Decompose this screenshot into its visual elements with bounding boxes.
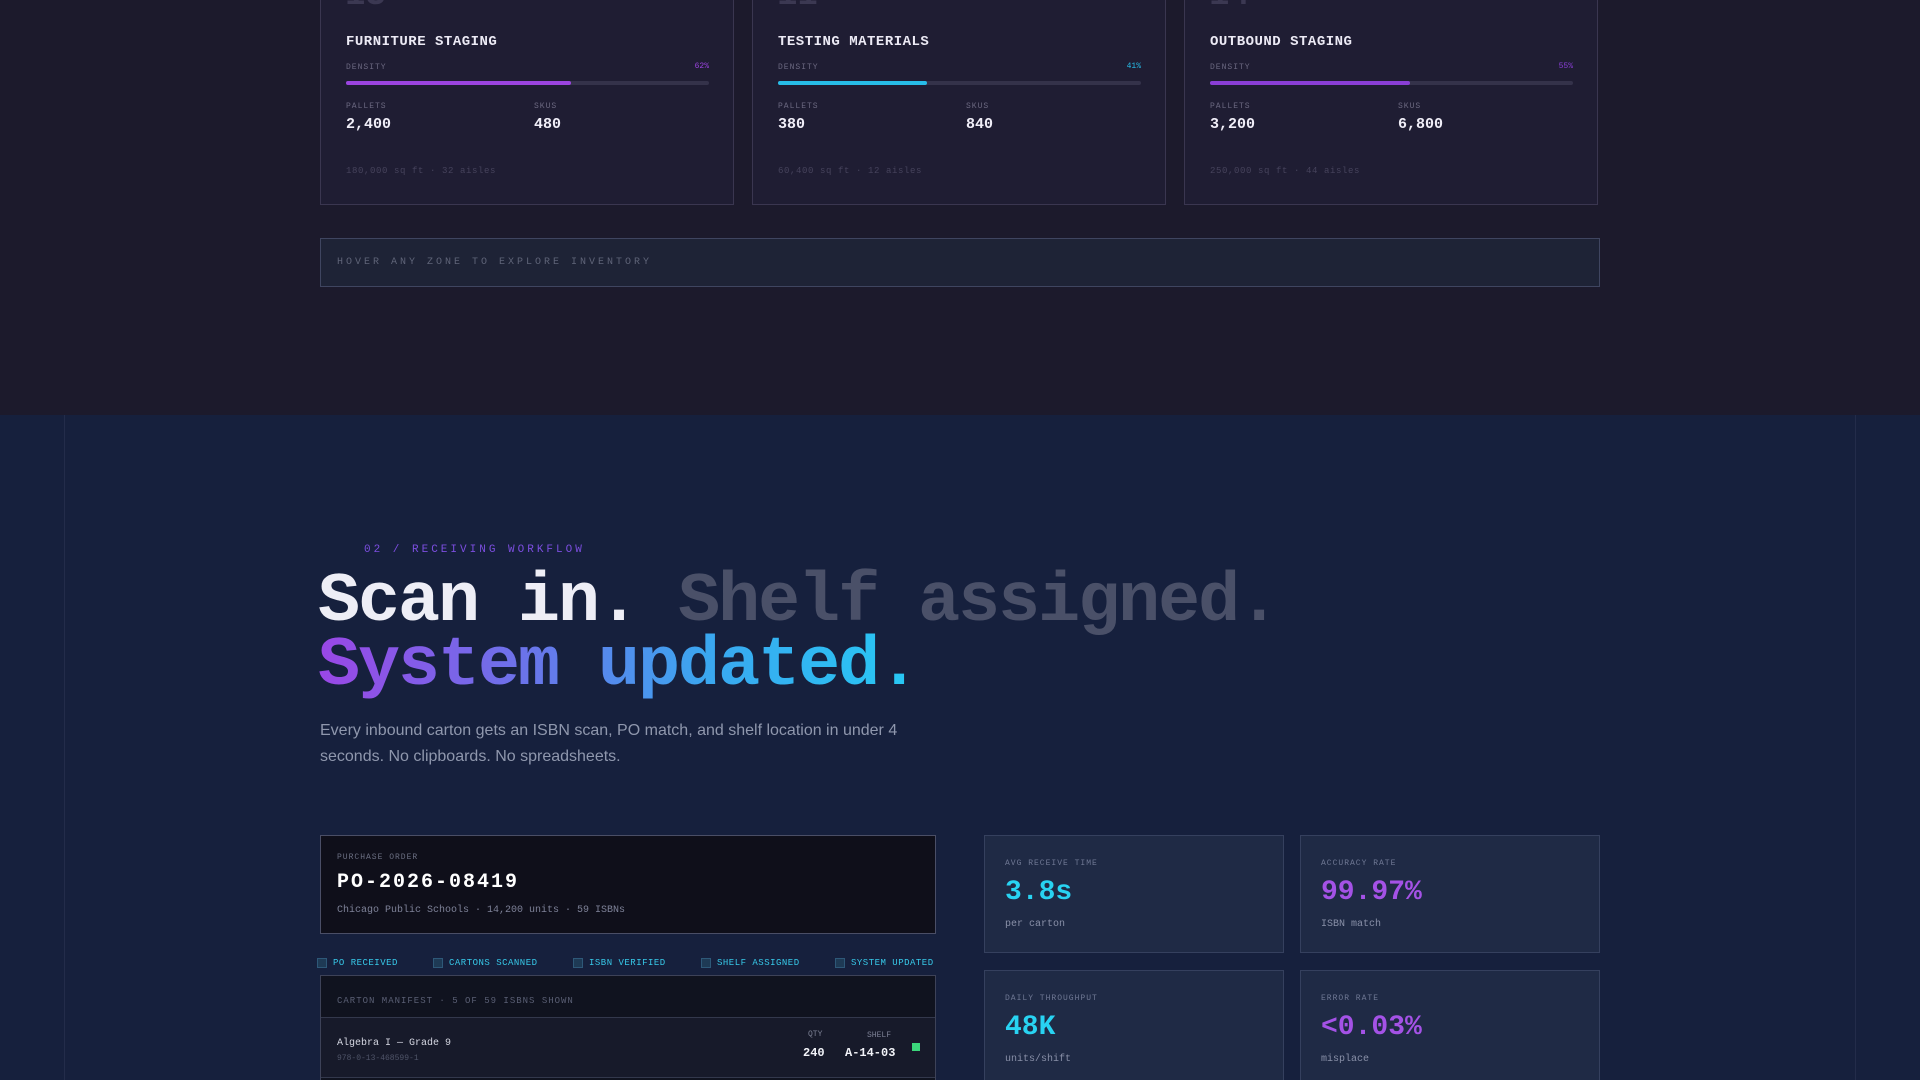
section-description: Every inbound carton gets an ISBN scan, … — [320, 722, 898, 765]
stat-unit: ISBN match — [1321, 919, 1382, 930]
receiving-workflow-section: 02 / RECEIVING WORKFLOW Scan in. Shelf a… — [0, 415, 1920, 1080]
skus-value: 6,800 — [1398, 116, 1444, 133]
skus-label: SKUS — [966, 102, 990, 111]
shelf-value: A-14-03 — [845, 1046, 896, 1060]
step-label: PO RECEIVED — [333, 958, 398, 968]
table-row[interactable]: Algebra I — Grade 9 978-0-13-468599-1 QT… — [321, 1018, 935, 1078]
skus-value: 840 — [966, 116, 994, 133]
density-label: DENSITY — [1210, 63, 1251, 72]
density-label: DENSITY — [346, 63, 387, 72]
step-po-received[interactable]: PO RECEIVED — [317, 958, 398, 968]
zone-footer: 60,400 sq ft · 12 aisles — [778, 166, 923, 176]
workflow-steps: PO RECEIVED CARTONS SCANNED ISBN VERIFIE… — [317, 958, 941, 972]
stat-unit: misplace — [1321, 1054, 1370, 1065]
stat-card: ACCURACY RATE 99.97% ISBN match — [1300, 835, 1600, 953]
section-eyebrow: 02 / RECEIVING WORKFLOW — [364, 544, 585, 556]
skus-value: 480 — [534, 116, 562, 133]
step-isbn-verified[interactable]: ISBN VERIFIED — [573, 958, 666, 968]
density-percent: 41% — [1126, 62, 1141, 71]
pallets-value: 3,200 — [1210, 116, 1256, 133]
density-bar — [346, 81, 709, 85]
step-shelf-assigned[interactable]: SHELF ASSIGNED — [701, 958, 800, 968]
manifest-header: CARTON MANIFEST · 5 OF 59 ISBNS SHOWN — [337, 996, 574, 1006]
carton-manifest: CARTON MANIFEST · 5 OF 59 ISBNS SHOWN Al… — [320, 975, 936, 1080]
step-indicator-icon — [433, 958, 443, 968]
zone-title: FURNITURE STAGING — [346, 34, 498, 50]
skus-label: SKUS — [1398, 102, 1422, 111]
pallets-label: PALLETS — [346, 102, 387, 111]
step-label: SHELF ASSIGNED — [717, 958, 800, 968]
step-label: ISBN VERIFIED — [589, 958, 666, 968]
step-indicator-icon — [835, 958, 845, 968]
zone-card[interactable]: 13 FURNITURE STAGING DENSITY 62% PALLETS… — [320, 0, 734, 205]
po-label: PURCHASE ORDER — [337, 853, 419, 862]
stat-unit: per carton — [1005, 919, 1066, 930]
item-isbn: 978-0-13-468599-1 — [337, 1054, 419, 1063]
zone-card[interactable]: 14 OUTBOUND STAGING DENSITY 55% PALLETS … — [1184, 0, 1598, 205]
shelf-label: SHELF — [867, 1031, 892, 1040]
pallets-label: PALLETS — [1210, 102, 1251, 111]
step-label: SYSTEM UPDATED — [851, 958, 934, 968]
step-label: CARTONS SCANNED — [449, 958, 538, 968]
item-title: Algebra I — Grade 9 — [337, 1038, 452, 1049]
density-label: DENSITY — [778, 63, 819, 72]
density-bar-fill — [346, 81, 572, 85]
purchase-order-card: PURCHASE ORDER PO-2026-08419 Chicago Pub… — [320, 835, 936, 934]
heading-part-3: System updated. — [318, 627, 920, 706]
qty-label: QTY — [808, 1030, 823, 1039]
divider-line — [1855, 415, 1856, 1080]
zone-number: 11 — [777, 0, 818, 15]
stat-value: 3.8s — [1005, 877, 1073, 908]
stat-unit: units/shift — [1005, 1054, 1072, 1065]
zones-section: 13 FURNITURE STAGING DENSITY 62% PALLETS… — [0, 0, 1920, 415]
pallets-value: 380 — [778, 116, 806, 133]
stat-value: 99.97% — [1321, 877, 1422, 908]
section-heading-line-2: System updated. — [318, 632, 920, 702]
step-cartons-scanned[interactable]: CARTONS SCANNED — [433, 958, 538, 968]
po-details: Chicago Public Schools · 14,200 units · … — [337, 905, 626, 916]
stat-label: AVG RECEIVE TIME — [1005, 859, 1098, 868]
status-ok-icon — [912, 1043, 920, 1051]
zone-title: OUTBOUND STAGING — [1210, 34, 1353, 50]
stat-card: DAILY THROUGHPUT 48K units/shift — [984, 970, 1284, 1080]
stat-card: AVG RECEIVE TIME 3.8s per carton — [984, 835, 1284, 953]
step-system-updated[interactable]: SYSTEM UPDATED — [835, 958, 934, 968]
density-percent: 62% — [694, 62, 709, 71]
step-indicator-icon — [573, 958, 583, 968]
po-number: PO-2026-08419 — [337, 871, 520, 894]
zone-hover-hint: HOVER ANY ZONE TO EXPLORE INVENTORY — [320, 238, 1600, 287]
stat-label: ERROR RATE — [1321, 994, 1380, 1003]
stat-value: 48K — [1005, 1012, 1056, 1043]
density-percent: 55% — [1558, 62, 1573, 71]
zone-footer: 250,000 sq ft · 44 aisles — [1210, 166, 1361, 176]
density-bar-fill — [1210, 81, 1410, 85]
stat-card: ERROR RATE <0.03% misplace — [1300, 970, 1600, 1080]
pallets-label: PALLETS — [778, 102, 819, 111]
zone-footer: 180,000 sq ft · 32 aisles — [346, 166, 497, 176]
pallets-value: 2,400 — [346, 116, 392, 133]
hover-hint-text: HOVER ANY ZONE TO EXPLORE INVENTORY — [337, 257, 653, 268]
density-bar-fill — [778, 81, 927, 85]
step-indicator-icon — [317, 958, 327, 968]
qty-value: 240 — [803, 1046, 825, 1060]
skus-label: SKUS — [534, 102, 558, 111]
density-bar — [778, 81, 1141, 85]
stat-label: DAILY THROUGHPUT — [1005, 994, 1098, 1003]
zone-number: 14 — [1209, 0, 1250, 15]
stat-value: <0.03% — [1321, 1012, 1422, 1043]
step-indicator-icon — [701, 958, 711, 968]
stat-label: ACCURACY RATE — [1321, 859, 1397, 868]
divider-line — [64, 415, 65, 1080]
zone-number: 13 — [345, 0, 386, 15]
zone-title: TESTING MATERIALS — [778, 34, 930, 50]
density-bar — [1210, 81, 1573, 85]
zone-card[interactable]: 11 TESTING MATERIALS DENSITY 41% PALLETS… — [752, 0, 1166, 205]
